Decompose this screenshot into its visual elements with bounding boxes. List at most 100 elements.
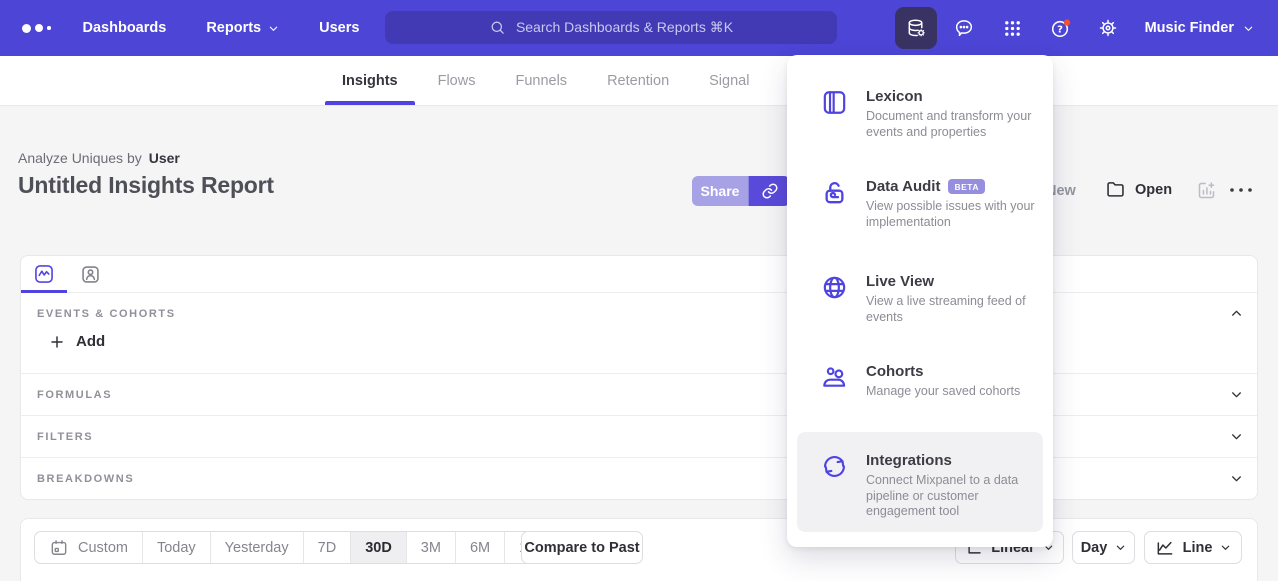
open-report-button[interactable]: Open [1105,179,1172,200]
menu-item-title: Live View [866,273,1036,290]
globe-icon [820,273,849,325]
section-label: EVENTS & COHORTS [37,308,176,320]
chart-add-icon [1196,180,1217,201]
section-events-cohorts: EVENTS & COHORTS Add [21,293,1257,373]
page-title[interactable]: Untitled Insights Report [18,172,274,199]
breadcrumb-entity[interactable]: User [149,150,180,166]
menu-item-title-text: Data Audit [866,178,940,195]
breadcrumb: Analyze Uniques by User [18,150,180,166]
project-switcher[interactable]: Music Finder [1145,0,1254,56]
section-label: FILTERS [37,431,93,443]
report-tabbar: Insights Flows Funnels Retention Signal … [0,56,1278,106]
nav-reports[interactable]: Reports [206,20,279,36]
feedback-button[interactable] [943,7,985,49]
range-3m[interactable]: 3M [406,532,455,563]
menu-item-text: Integrations Connect Mixpanel to a data … [866,452,1036,520]
menu-item-live-view[interactable]: Live View View a live streaming feed of … [820,273,1032,325]
add-to-dashboard-button[interactable] [1196,180,1217,201]
copy-link-button[interactable] [748,176,790,206]
menu-item-description: View possible issues with your implement… [866,199,1036,230]
range-30d[interactable]: 30D [350,532,406,563]
section-formulas[interactable]: FORMULAS [21,373,1257,415]
tab-profiles-view[interactable] [67,256,113,292]
date-range-control: Custom Today Yesterday 7D 30D 3M 6M 12M [34,531,562,564]
interval-dropdown[interactable]: Day [1072,531,1135,564]
menu-item-description: Document and transform your events and p… [866,109,1036,140]
logo-dot [35,24,43,32]
data-management-button[interactable] [895,7,937,49]
search-icon [489,19,506,36]
logo-dot [47,26,51,30]
menu-item-data-audit[interactable]: Data AuditBETA View possible issues with… [820,178,1032,230]
menu-item-title: Lexicon [866,88,1036,105]
search-input[interactable]: Search Dashboards & Reports ⌘K [385,11,837,44]
chevron-down-icon [1230,472,1243,485]
main-nav: Dashboards Reports Users [83,20,360,36]
chevron-up-icon[interactable] [1230,307,1243,320]
nav-label: Dashboards [83,20,167,36]
menu-item-title: Data AuditBETA [866,178,1036,195]
compare-to-past-button[interactable]: Compare to Past [521,531,643,564]
range-label: Custom [78,540,128,556]
top-nav: Dashboards Reports Users Search Dashboar… [0,0,1278,56]
menu-item-text: Data AuditBETA View possible issues with… [866,178,1036,230]
breadcrumb-prefix: Analyze Uniques by [18,150,142,166]
range-7d[interactable]: 7D [303,532,351,563]
section-filters[interactable]: FILTERS [21,415,1257,457]
chevron-down-icon [1243,23,1254,34]
range-6m[interactable]: 6M [455,532,504,563]
section-header[interactable]: EVENTS & COHORTS [37,307,1243,320]
open-label: Open [1135,182,1172,198]
mixpanel-logo[interactable] [22,24,51,33]
menu-item-text: Cohorts Manage your saved cohorts [866,363,1036,400]
tab-signal[interactable]: Signal [709,56,749,105]
range-yesterday[interactable]: Yesterday [210,532,303,563]
calendar-icon [49,538,69,558]
tab-retention[interactable]: Retention [607,56,669,105]
svg-text:?: ? [1057,24,1063,35]
folder-icon [1105,179,1126,200]
menu-item-title: Integrations [866,452,1036,469]
settings-button[interactable] [1087,7,1129,49]
lock-icon [820,178,849,230]
menu-item-integrations[interactable]: Integrations Connect Mixpanel to a data … [820,452,1032,520]
apps-grid-button[interactable] [991,7,1033,49]
menu-item-description: View a live streaming feed of events [866,294,1036,325]
chevron-down-icon [1230,430,1243,443]
app-screen: Dashboards Reports Users Search Dashboar… [0,0,1278,581]
menu-item-text: Live View View a live streaming feed of … [866,273,1036,325]
chart-type-dropdown[interactable]: Line [1144,531,1242,564]
project-name: Music Finder [1145,20,1234,36]
menu-item-lexicon[interactable]: Lexicon Document and transform your even… [820,88,1032,140]
nav-dashboards[interactable]: Dashboards [83,20,167,36]
help-icon: ? [1049,17,1072,40]
book-icon [820,88,849,140]
cohorts-icon [820,363,849,400]
query-builder-panel: EVENTS & COHORTS Add FORMULAS FILTERS BR… [20,255,1258,500]
share-group: Share [692,176,790,206]
section-breakdowns[interactable]: BREAKDOWNS [21,457,1257,499]
profile-icon [80,264,101,285]
menu-item-cohorts[interactable]: Cohorts Manage your saved cohorts [820,363,1032,400]
help-button[interactable]: ? [1039,7,1081,49]
range-today[interactable]: Today [142,532,210,563]
nav-users[interactable]: Users [319,20,359,36]
tab-metrics-view[interactable] [21,256,67,292]
range-custom[interactable]: Custom [35,532,142,563]
chevron-down-icon [1115,542,1126,553]
line-chart-icon [1155,538,1175,558]
logo-dot [22,24,31,33]
link-icon [761,182,779,200]
add-event-button[interactable]: Add [49,333,1243,350]
apps-grid-icon [1002,18,1023,39]
more-options-button[interactable] [1229,187,1253,193]
share-button[interactable]: Share [692,176,748,206]
chevron-down-icon [268,23,279,34]
tab-funnels[interactable]: Funnels [515,56,567,105]
tab-insights[interactable]: Insights [342,56,398,105]
section-label: BREAKDOWNS [37,473,134,485]
nav-label: Users [319,20,359,36]
tab-flows[interactable]: Flows [438,56,476,105]
chart-type-label: Line [1183,540,1213,556]
ellipsis-icon [1229,187,1253,193]
